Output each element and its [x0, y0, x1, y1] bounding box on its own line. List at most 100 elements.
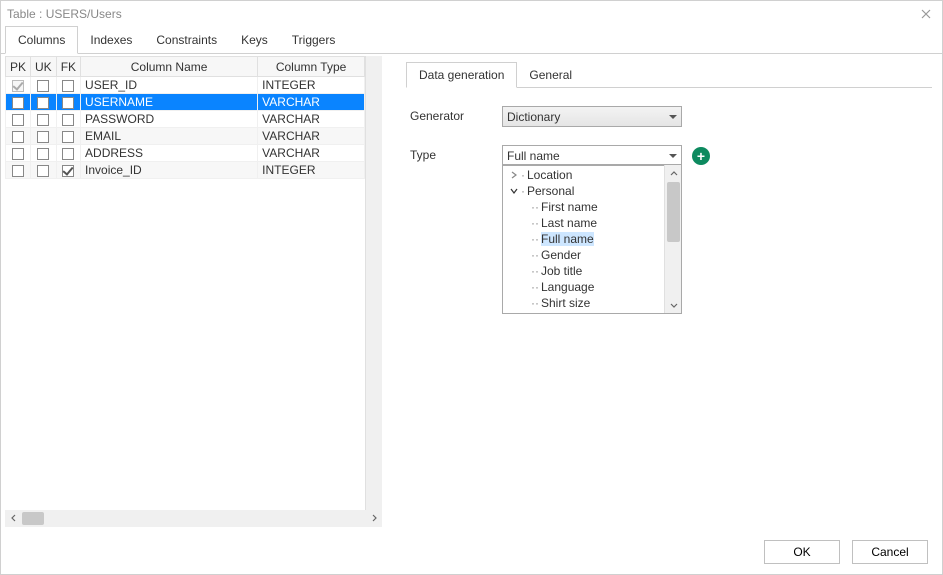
tree-item[interactable]: ·Personal	[503, 183, 664, 199]
chevron-right-icon[interactable]	[509, 171, 519, 179]
chevron-left-icon	[10, 514, 18, 522]
scroll-right-arrow[interactable]	[365, 510, 382, 527]
column-type-cell[interactable]: INTEGER	[258, 77, 365, 94]
window-title: Table : USERS/Users	[7, 7, 122, 21]
content-area: PK UK FK Column Name Column Type USER_ID…	[1, 54, 942, 530]
tab-indexes[interactable]: Indexes	[78, 27, 144, 53]
tree-item[interactable]: ··Gender	[503, 247, 664, 263]
checkbox-cell[interactable]	[56, 128, 80, 145]
cancel-button[interactable]: Cancel	[852, 540, 928, 564]
table-row[interactable]: PASSWORDVARCHAR	[6, 111, 365, 128]
grid-horizontal-scrollbar[interactable]	[5, 510, 382, 527]
tree-item[interactable]: ··Shirt size	[503, 295, 664, 311]
tree-item[interactable]: ·Location	[503, 167, 664, 183]
column-name-cell[interactable]: USERNAME	[81, 94, 258, 111]
checkbox-cell[interactable]	[31, 94, 57, 111]
tab-columns[interactable]: Columns	[5, 26, 78, 54]
tree-connector: ··	[531, 296, 539, 310]
close-button[interactable]	[918, 6, 934, 22]
checkbox-cell[interactable]	[56, 145, 80, 162]
tab-keys[interactable]: Keys	[229, 27, 280, 53]
tree-item-label: Last name	[541, 216, 597, 230]
scroll-track[interactable]	[22, 510, 365, 527]
checkbox-icon	[12, 165, 24, 177]
checkbox-cell[interactable]	[31, 162, 57, 179]
grid-vertical-scrollbar[interactable]	[365, 56, 382, 509]
table-row[interactable]: USER_IDINTEGER	[6, 77, 365, 94]
checkbox-cell[interactable]	[6, 128, 31, 145]
checkbox-cell[interactable]	[31, 111, 57, 128]
checkbox-cell[interactable]	[6, 145, 31, 162]
tab-triggers[interactable]: Triggers	[280, 27, 348, 53]
col-header-pk[interactable]: PK	[6, 57, 31, 77]
col-header-name[interactable]: Column Name	[81, 57, 258, 77]
table-row[interactable]: EMAILVARCHAR	[6, 128, 365, 145]
checkbox-cell[interactable]	[6, 111, 31, 128]
columns-grid[interactable]: PK UK FK Column Name Column Type USER_ID…	[5, 56, 365, 509]
table-row[interactable]: ADDRESSVARCHAR	[6, 145, 365, 162]
column-type-cell[interactable]: VARCHAR	[258, 111, 365, 128]
checkbox-cell[interactable]	[6, 77, 31, 94]
col-header-type[interactable]: Column Type	[258, 57, 365, 77]
chevron-down-icon[interactable]	[509, 187, 519, 195]
chevron-down-icon	[669, 154, 677, 158]
checkbox-icon	[12, 131, 24, 143]
column-name-cell[interactable]: Invoice_ID	[81, 162, 258, 179]
tree-item[interactable]: ··First name	[503, 199, 664, 215]
scroll-thumb[interactable]	[22, 512, 44, 525]
column-type-cell[interactable]: VARCHAR	[258, 145, 365, 162]
column-name-cell[interactable]: EMAIL	[81, 128, 258, 145]
generator-combo[interactable]: Dictionary	[502, 106, 682, 127]
tab-data-generation[interactable]: Data generation	[406, 62, 517, 88]
checkbox-cell[interactable]	[6, 94, 31, 111]
column-type-cell[interactable]: VARCHAR	[258, 128, 365, 145]
columns-pane: PK UK FK Column Name Column Type USER_ID…	[1, 54, 386, 530]
type-row: Type Full name + ·Location·	[410, 145, 928, 314]
col-header-uk[interactable]: UK	[31, 57, 57, 77]
type-tree[interactable]: ·Location·Personal··First name··Last nam…	[503, 165, 664, 313]
add-type-button[interactable]: +	[692, 147, 710, 165]
chevron-up-icon	[670, 170, 678, 178]
tree-item[interactable]: ··Full name	[503, 231, 664, 247]
scroll-up-arrow[interactable]	[665, 165, 682, 182]
tree-item[interactable]: ··Job title	[503, 263, 664, 279]
tab-constraints[interactable]: Constraints	[144, 27, 229, 53]
tree-item-label: Personal	[527, 184, 574, 198]
scroll-down-arrow[interactable]	[665, 296, 682, 313]
tree-scrollbar[interactable]	[664, 165, 681, 313]
column-name-cell[interactable]: USER_ID	[81, 77, 258, 94]
checkbox-cell[interactable]	[56, 162, 80, 179]
chevron-down-icon	[670, 301, 678, 309]
column-name-cell[interactable]: ADDRESS	[81, 145, 258, 162]
ok-button[interactable]: OK	[764, 540, 840, 564]
checkbox-cell[interactable]	[31, 145, 57, 162]
checkbox-cell[interactable]	[6, 162, 31, 179]
tab-general[interactable]: General	[517, 63, 584, 87]
table-row[interactable]: USERNAMEVARCHAR	[6, 94, 365, 111]
checkbox-cell[interactable]	[56, 111, 80, 128]
tree-item[interactable]: ··Language	[503, 279, 664, 295]
column-type-cell[interactable]: INTEGER	[258, 162, 365, 179]
type-tree-panel: ·Location·Personal··First name··Last nam…	[502, 164, 682, 314]
tree-connector: ··	[531, 216, 539, 230]
titlebar: Table : USERS/Users	[1, 1, 942, 26]
scroll-left-arrow[interactable]	[5, 510, 22, 527]
properties-tabbar: Data generationGeneral	[406, 62, 932, 88]
checkbox-cell[interactable]	[56, 94, 80, 111]
checkbox-cell[interactable]	[56, 77, 80, 94]
column-type-cell[interactable]: VARCHAR	[258, 94, 365, 111]
type-combo[interactable]: Full name	[502, 145, 682, 166]
checkbox-cell[interactable]	[31, 77, 57, 94]
col-header-fk[interactable]: FK	[56, 57, 80, 77]
table-row[interactable]: Invoice_IDINTEGER	[6, 162, 365, 179]
tree-scroll-thumb[interactable]	[667, 182, 680, 242]
checkbox-cell[interactable]	[31, 128, 57, 145]
tree-item[interactable]: ··Last name	[503, 215, 664, 231]
chevron-down-icon	[669, 115, 677, 119]
main-tabbar: ColumnsIndexesConstraintsKeysTriggers	[1, 26, 942, 54]
checkbox-icon	[37, 131, 49, 143]
generator-row: Generator Dictionary	[410, 106, 928, 127]
column-name-cell[interactable]: PASSWORD	[81, 111, 258, 128]
checkbox-icon	[62, 80, 74, 92]
checkbox-icon	[12, 148, 24, 160]
